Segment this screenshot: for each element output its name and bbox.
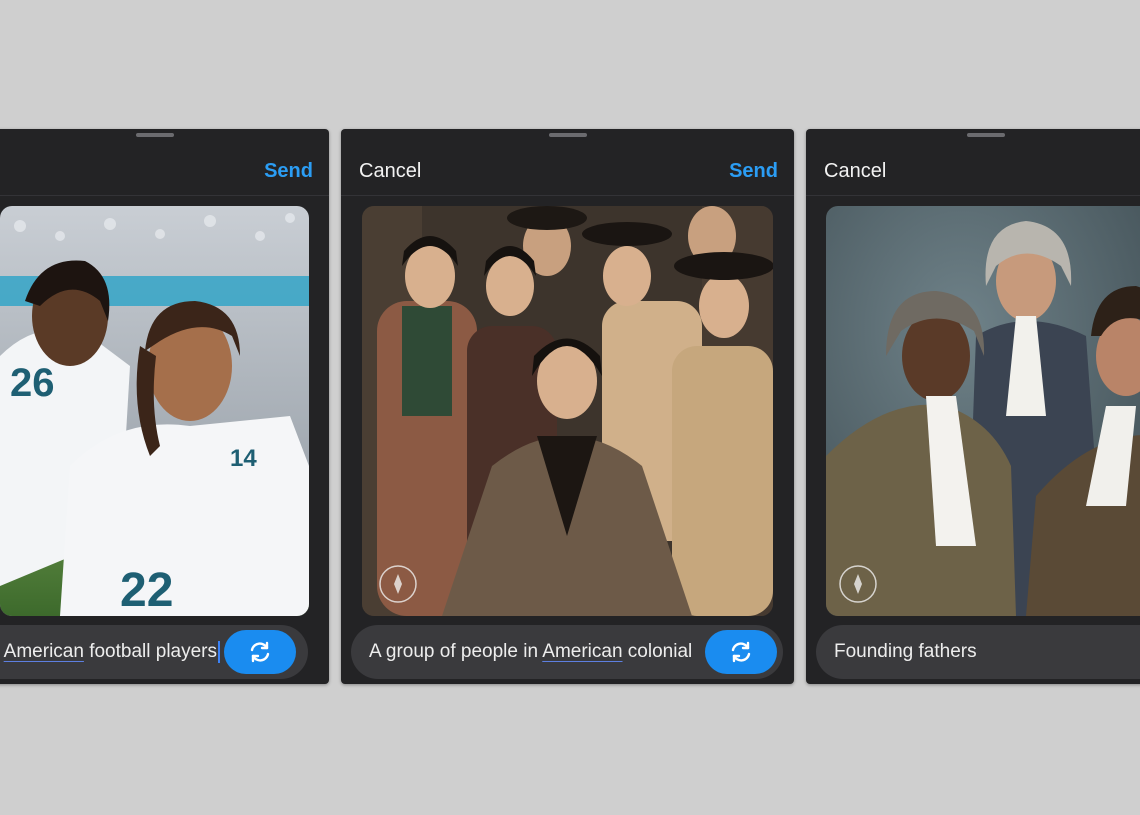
image-composer-panel-1: Send 26 22 14 American football players xyxy=(0,129,329,684)
svg-text:22: 22 xyxy=(120,564,173,616)
generated-image-founding-fathers[interactable] xyxy=(826,206,1140,616)
refresh-icon xyxy=(250,641,270,663)
cancel-button[interactable]: Cancel xyxy=(824,160,886,183)
sheet-header: Send xyxy=(0,129,329,196)
text-cursor xyxy=(218,640,220,663)
cancel-button[interactable]: Cancel xyxy=(359,160,421,183)
send-button[interactable]: Send xyxy=(264,160,313,183)
prompt-input[interactable]: al American football players xyxy=(0,625,308,679)
generated-image-football-players[interactable]: 26 22 14 xyxy=(0,206,309,616)
image-composer-panel-3: Cancel Founding fathers xyxy=(806,129,1140,684)
prompt-text[interactable]: al American football players xyxy=(0,640,220,663)
prompt-input[interactable]: A group of people in American colonial xyxy=(351,625,783,679)
regenerate-button[interactable] xyxy=(224,630,296,674)
send-button[interactable]: Send xyxy=(729,160,778,183)
svg-text:26: 26 xyxy=(10,361,55,405)
prompt-text[interactable]: A group of people in American colonial xyxy=(369,641,692,663)
prompt-text[interactable]: Founding fathers xyxy=(834,641,977,663)
svg-text:14: 14 xyxy=(230,445,257,472)
spellcheck-word: American xyxy=(542,641,623,662)
refresh-icon xyxy=(731,641,751,663)
spellcheck-word: American xyxy=(3,641,84,662)
sheet-header: Cancel Send xyxy=(341,129,794,196)
image-composer-panel-2: Cancel Send A group of people in America… xyxy=(341,129,794,684)
generated-image-colonial-people[interactable] xyxy=(362,206,773,616)
regenerate-button[interactable] xyxy=(705,630,777,674)
prompt-input[interactable]: Founding fathers xyxy=(816,625,1140,679)
sheet-header: Cancel xyxy=(806,129,1140,196)
